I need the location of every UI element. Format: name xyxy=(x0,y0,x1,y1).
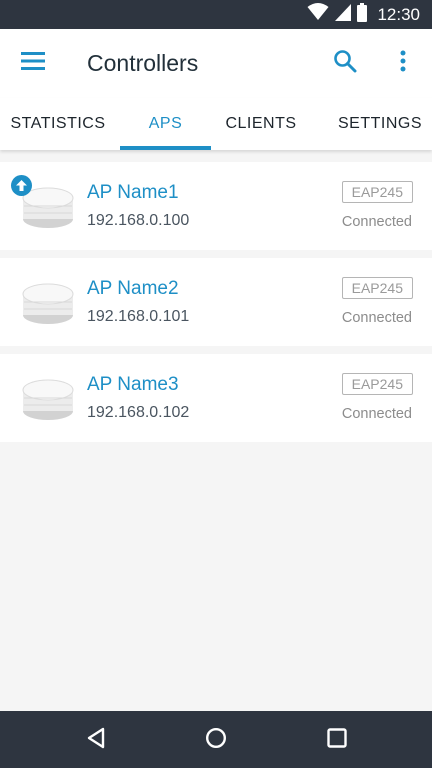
menu-icon xyxy=(21,51,45,75)
access-point-icon xyxy=(22,280,74,326)
status-bar: 12:30 xyxy=(0,0,432,29)
access-point-icon xyxy=(22,376,74,422)
ap-name: AP Name3 xyxy=(87,374,179,395)
status-icons: 12:30 xyxy=(307,0,420,29)
ap-model-badge: EAP245 xyxy=(341,277,413,299)
more-vert-icon xyxy=(400,50,406,77)
back-icon xyxy=(86,727,106,754)
back-button[interactable] xyxy=(76,723,116,757)
ap-model-badge: EAP245 xyxy=(341,181,413,203)
ap-ip-address: 192.168.0.100 xyxy=(87,212,190,229)
status-time: 12:30 xyxy=(377,4,420,24)
ap-status: Connected xyxy=(341,310,412,326)
tab-settings[interactable]: SETTINGS xyxy=(332,98,428,150)
system-nav-bar xyxy=(0,711,432,768)
wifi-icon xyxy=(307,3,329,26)
home-button[interactable] xyxy=(196,723,236,757)
recents-icon xyxy=(327,727,347,753)
tab-statistics[interactable]: STATISTICS xyxy=(0,98,116,150)
tab-clients[interactable]: CLIENTS xyxy=(214,98,308,150)
more-options-button[interactable] xyxy=(384,45,422,81)
ap-name: AP Name2 xyxy=(87,278,179,299)
tab-bar: STATISTICS APS CLIENTS SETTINGS xyxy=(0,98,432,150)
home-icon xyxy=(205,727,227,754)
ap-list-item[interactable]: AP Name3 192.168.0.102 EAP245 Connected xyxy=(0,354,432,442)
search-button[interactable] xyxy=(326,45,364,81)
ap-ip-address: 192.168.0.102 xyxy=(87,404,190,421)
ap-list-item[interactable]: AP Name1 192.168.0.100 EAP245 Connected xyxy=(0,162,432,250)
cell-signal-icon xyxy=(335,3,352,26)
upgrade-available-icon xyxy=(11,175,32,196)
recents-button[interactable] xyxy=(317,723,357,757)
ap-model-badge: EAP245 xyxy=(341,373,413,395)
ap-status: Connected xyxy=(341,214,412,230)
battery-icon xyxy=(357,2,368,27)
ap-status: Connected xyxy=(341,406,412,422)
active-tab-indicator xyxy=(120,146,211,150)
app-bar: Controllers xyxy=(0,29,432,98)
search-icon xyxy=(333,49,357,78)
ap-ip-address: 192.168.0.101 xyxy=(87,308,190,325)
page-title: Controllers xyxy=(87,50,199,76)
ap-list-item[interactable]: AP Name2 192.168.0.101 EAP245 Connected xyxy=(0,258,432,346)
ap-list: AP Name1 192.168.0.100 EAP245 Connected … xyxy=(0,162,432,450)
tab-aps[interactable]: APS xyxy=(120,98,211,150)
ap-name: AP Name1 xyxy=(87,182,179,203)
menu-button[interactable] xyxy=(14,47,52,79)
